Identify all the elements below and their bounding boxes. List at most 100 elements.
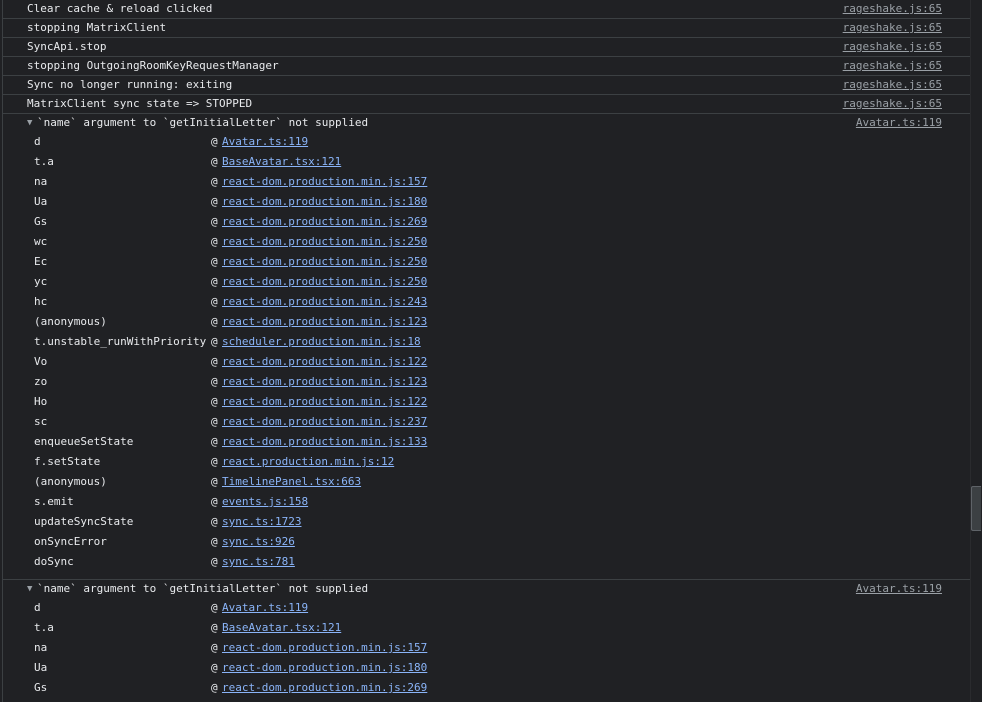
frame-at-sign: @ (211, 435, 218, 448)
stack-frame: Ec @ react-dom.production.min.js:250 (3, 252, 971, 272)
frame-at-sign: @ (211, 535, 218, 548)
frame-source-link[interactable]: events.js:158 (222, 492, 308, 512)
frame-source-link[interactable]: sync.ts:1723 (222, 512, 301, 532)
expand-triangle-icon[interactable]: ▼ (27, 114, 32, 132)
frame-function: Ua (34, 195, 48, 208)
frame-source-link[interactable]: react-dom.production.min.js:269 (222, 212, 427, 232)
source-link[interactable]: Avatar.ts:119 (856, 580, 942, 598)
frame-at-sign: @ (211, 195, 218, 208)
frame-source-link[interactable]: react-dom.production.min.js:250 (222, 272, 427, 292)
frame-function: t.a (34, 155, 54, 168)
frame-function: enqueueSetState (34, 435, 134, 448)
group-header[interactable]: ▼ `name` argument to `getInitialLetter` … (3, 114, 971, 132)
log-message: stopping OutgoingRoomKeyRequestManager (27, 59, 279, 72)
source-link[interactable]: rageshake.js:65 (843, 76, 942, 94)
frame-source-link[interactable]: react-dom.production.min.js:133 (222, 432, 427, 452)
stack-frame: Ho @ react-dom.production.min.js:122 (3, 392, 971, 412)
frame-source-link[interactable]: react.production.min.js:12 (222, 452, 394, 472)
frame-at-sign: @ (211, 295, 218, 308)
frame-function: na (34, 175, 48, 188)
frame-function: wc (34, 698, 47, 702)
frame-source-link[interactable]: react-dom.production.min.js:250 (222, 232, 427, 252)
console-log-row: Clear cache & reload clicked rageshake.j… (3, 0, 971, 19)
frame-function: Ua (34, 661, 48, 674)
stack-frame: zo @ react-dom.production.min.js:123 (3, 372, 971, 392)
frame-function: Ho (34, 395, 48, 408)
group-header[interactable]: ▼ `name` argument to `getInitialLetter` … (3, 580, 971, 598)
console-log-row: MatrixClient sync state => STOPPED rages… (3, 95, 971, 114)
stack-frame: t.a @ BaseAvatar.tsx:121 (3, 152, 971, 172)
expand-triangle-icon[interactable]: ▼ (27, 580, 32, 598)
frame-at-sign: @ (211, 255, 218, 268)
frame-function: s.emit (34, 495, 74, 508)
frame-source-link[interactable]: BaseAvatar.tsx:121 (222, 152, 341, 172)
frame-at-sign: @ (211, 155, 218, 168)
frame-source-link[interactable]: sync.ts:926 (222, 532, 295, 552)
frame-at-sign: @ (211, 515, 218, 528)
console-log-row: SyncApi.stop rageshake.js:65 (3, 38, 971, 57)
frame-source-link[interactable]: react-dom.production.min.js:180 (222, 192, 427, 212)
frame-source-link[interactable]: react-dom.production.min.js:157 (222, 172, 427, 192)
frame-function: onSyncError (34, 535, 107, 548)
frame-source-link[interactable]: Avatar.ts:119 (222, 132, 308, 152)
source-link[interactable]: Avatar.ts:119 (856, 114, 942, 132)
frame-source-link[interactable]: react-dom.production.min.js:122 (222, 392, 427, 412)
frame-source-link[interactable]: sync.ts:781 (222, 552, 295, 572)
stack-frame: Vo @ react-dom.production.min.js:122 (3, 352, 971, 372)
scrollbar-track[interactable] (970, 0, 982, 702)
frame-at-sign: @ (211, 601, 218, 614)
scrollbar-thumb[interactable] (971, 486, 981, 531)
frame-function: d (34, 601, 41, 614)
frame-function: t.unstable_runWithPriority (34, 335, 207, 348)
source-link[interactable]: rageshake.js:65 (843, 19, 942, 37)
stack-frame: d @ Avatar.ts:119 (3, 132, 971, 152)
frame-at-sign: @ (211, 495, 218, 508)
log-message: Sync no longer running: exiting (27, 78, 233, 91)
frame-at-sign: @ (211, 335, 218, 348)
frame-at-sign: @ (211, 555, 218, 568)
stack-frame: enqueueSetState @ react-dom.production.m… (3, 432, 971, 452)
frame-at-sign: @ (211, 275, 218, 288)
frame-function: na (34, 641, 48, 654)
stack-frame: d @ Avatar.ts:119 (3, 598, 971, 618)
frame-source-link[interactable]: react-dom.production.min.js:243 (222, 292, 427, 312)
stack-frame: t.a @ BaseAvatar.tsx:121 (3, 618, 971, 638)
source-link[interactable]: rageshake.js:65 (843, 38, 942, 56)
frame-source-link[interactable]: scheduler.production.min.js:18 (222, 332, 421, 352)
frame-at-sign: @ (211, 355, 218, 368)
frame-source-link[interactable]: TimelinePanel.tsx:663 (222, 472, 361, 492)
frame-function: yc (34, 275, 48, 288)
frame-at-sign: @ (211, 315, 218, 328)
frame-function: (anonymous) (34, 475, 107, 488)
frame-source-link[interactable]: BaseAvatar.tsx:121 (222, 618, 341, 638)
frame-function: wc (34, 235, 48, 248)
frame-source-link[interactable]: react-dom.production.min.js:122 (222, 352, 427, 372)
frame-source-link[interactable]: react-dom.production.min.js:157 (222, 638, 427, 658)
source-link[interactable]: rageshake.js:65 (843, 95, 942, 113)
frame-function: f.setState (34, 455, 101, 468)
frame-function: hc (34, 295, 48, 308)
frame-at-sign: @ (211, 215, 218, 228)
console-log-row: Sync no longer running: exiting rageshak… (3, 76, 971, 95)
frame-source-link[interactable]: react-dom.production.min.js:123 (222, 372, 427, 392)
frame-source-link[interactable]: react-dom.production.min.js:123 (222, 312, 427, 332)
frame-source-link[interactable]: react-dom.production.min.js:250 (222, 252, 427, 272)
stack-frame: sc @ react-dom.production.min.js:237 (3, 412, 971, 432)
source-link[interactable]: rageshake.js:65 (843, 0, 942, 18)
frame-function: doSync (34, 555, 74, 568)
frame-at-sign: @ (211, 135, 218, 148)
frame-source-link[interactable]: react-dom.production.min.js:180 (222, 658, 427, 678)
stack-frame: Gs @ react-dom.production.min.js:269 (3, 212, 971, 232)
stack-frame: f.setState @ react.production.min.js:12 (3, 452, 971, 472)
frame-source-link[interactable]: react-dom.production.min.js:269 (222, 678, 427, 698)
stack-frame: t.unstable_runWithPriority @ scheduler.p… (3, 332, 971, 352)
frame-at-sign: @ (211, 681, 218, 694)
frame-source-link[interactable]: react-dom.production.min.js:237 (222, 412, 427, 432)
frame-source-link[interactable]: Avatar.ts:119 (222, 598, 308, 618)
stack-frame: (anonymous) @ TimelinePanel.tsx:663 (3, 472, 971, 492)
frame-function: updateSyncState (34, 515, 134, 528)
source-link[interactable]: rageshake.js:65 (843, 57, 942, 75)
stack-frame: yc @ react-dom.production.min.js:250 (3, 272, 971, 292)
frame-source-link[interactable]: react-dom.production.min.js:250 (222, 698, 427, 702)
log-message: Clear cache & reload clicked (27, 2, 213, 15)
